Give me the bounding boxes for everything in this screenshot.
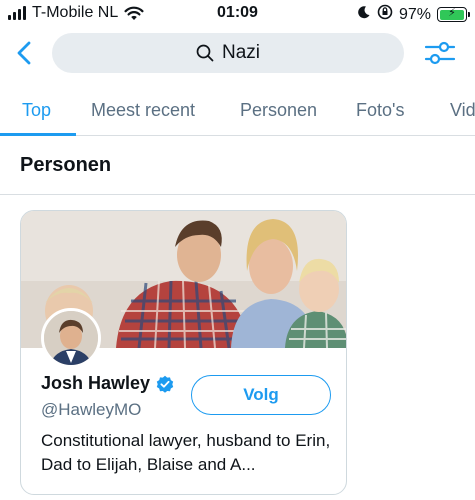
tab-personen[interactable]: Personen: [240, 100, 317, 121]
section-divider: [0, 194, 475, 195]
battery-icon: ⚡: [437, 7, 470, 22]
active-tab-indicator: [0, 133, 76, 136]
tab-meest-recent[interactable]: Meest recent: [91, 100, 195, 121]
verified-badge-icon: [156, 375, 174, 393]
section-title: Personen: [20, 154, 112, 176]
search-icon: [196, 44, 214, 62]
search-header: Nazi: [0, 30, 475, 78]
back-button[interactable]: [10, 36, 40, 70]
profile-handle: @HawleyMO: [41, 400, 142, 419]
profile-bio: Constitutional lawyer, husband to Erin, …: [41, 431, 331, 474]
battery-percent: 97%: [398, 5, 431, 23]
follow-button[interactable]: Volg: [191, 375, 331, 415]
filter-icon: [424, 41, 456, 65]
search-tabs: Top Meest recent Personen Foto's Vid: [0, 86, 475, 136]
orientation-lock-icon: [377, 4, 393, 25]
tab-top[interactable]: Top: [22, 100, 51, 121]
search-query: Nazi: [221, 42, 260, 63]
back-arrow-icon: [17, 41, 31, 65]
avatar[interactable]: [41, 308, 101, 368]
filter-button[interactable]: [422, 38, 458, 68]
name-row: Josh Hawley: [41, 373, 174, 394]
profile-name[interactable]: Josh Hawley: [41, 373, 150, 394]
tab-videos[interactable]: Vid: [450, 100, 475, 121]
search-input[interactable]: Nazi: [52, 33, 404, 73]
person-card[interactable]: Josh Hawley @HawleyMO Volg Constitutiona…: [20, 210, 347, 495]
moon-icon: [357, 5, 371, 24]
tab-fotos[interactable]: Foto's: [356, 100, 404, 121]
status-right: 97% ⚡: [357, 4, 470, 25]
status-bar: T-Mobile NL 01:09 97% ⚡: [0, 0, 475, 28]
